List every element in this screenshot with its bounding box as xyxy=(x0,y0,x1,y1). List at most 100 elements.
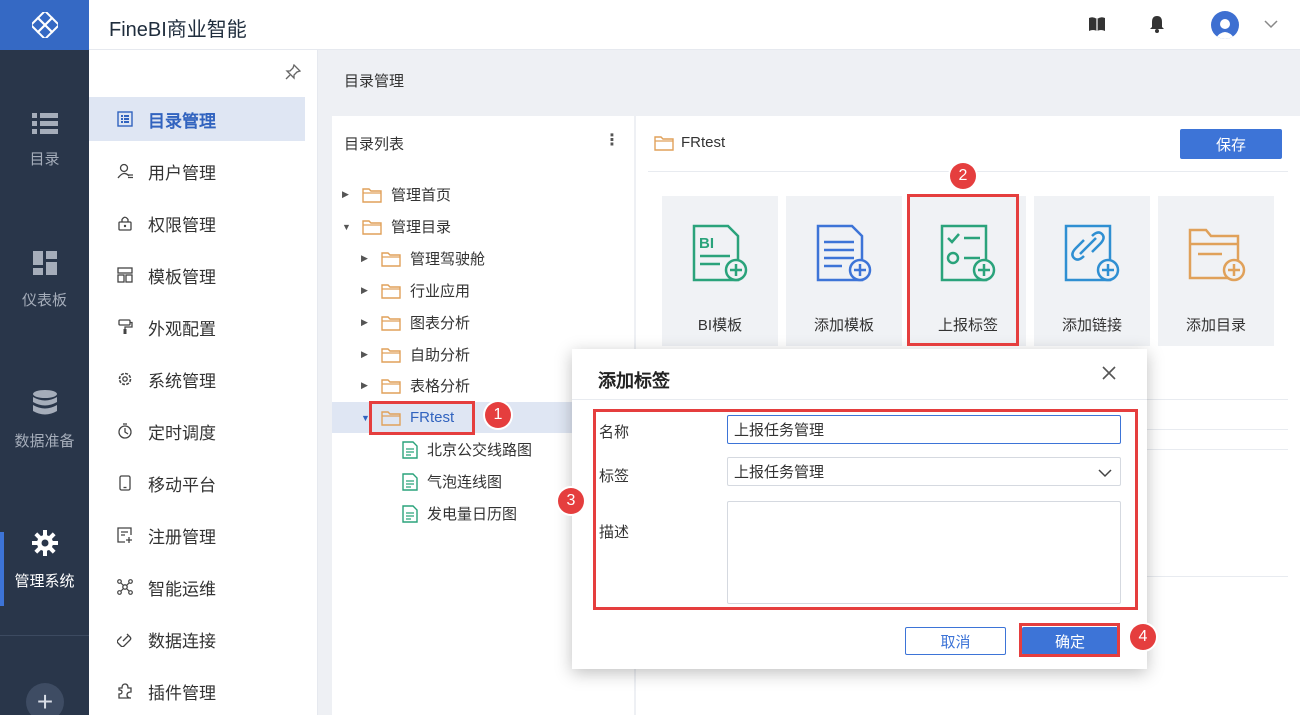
add-template-icon xyxy=(814,222,874,287)
card-label: 添加模板 xyxy=(813,317,874,334)
subnav-item-data-connection[interactable]: 数据连接 xyxy=(89,617,305,661)
rail-item-label: 仪表板 xyxy=(21,291,67,309)
tree-item-folder[interactable]: ▶ 管理首页 xyxy=(332,179,634,210)
caret-right-icon[interactable]: ▶ xyxy=(361,349,371,360)
plugin-icon xyxy=(116,682,134,700)
caret-right-icon[interactable]: ▶ xyxy=(361,253,371,264)
detail-header: FRtest xyxy=(654,134,725,151)
rail-item-admin[interactable]: 管理系统 xyxy=(0,510,89,610)
description-textarea[interactable] xyxy=(727,501,1121,604)
gear-icon xyxy=(31,529,58,560)
subnav-item-appearance[interactable]: 外观配置 xyxy=(89,305,305,349)
caret-right-icon[interactable]: ▶ xyxy=(361,380,371,391)
folder-icon xyxy=(381,347,401,363)
book-icon[interactable] xyxy=(1088,15,1106,36)
divider xyxy=(572,399,1147,400)
bell-icon[interactable] xyxy=(1149,15,1165,36)
cancel-button[interactable]: 取消 xyxy=(905,627,1006,655)
subnav-item-plugins[interactable]: 插件管理 xyxy=(89,669,305,713)
tree-item-label: 气泡连线图 xyxy=(427,474,503,491)
card-bi-template[interactable]: BI BI模板 xyxy=(662,196,778,346)
tag-select[interactable]: 上报任务管理 xyxy=(727,457,1121,486)
subnav-item-ops[interactable]: 智能运维 xyxy=(89,565,305,609)
name-label: 名称 xyxy=(599,424,630,441)
caret-down-icon[interactable]: ▼ xyxy=(361,413,371,423)
card-label: 上报标签 xyxy=(937,317,998,334)
subnav-item-registration[interactable]: 注册管理 xyxy=(89,513,305,557)
card-report-tag[interactable]: 上报标签 xyxy=(910,196,1026,346)
card-add-template[interactable]: 添加模板 xyxy=(786,196,902,346)
subnav-item-templates[interactable]: 模板管理 xyxy=(89,253,305,297)
logo[interactable] xyxy=(0,0,89,50)
close-icon[interactable] xyxy=(1102,366,1116,383)
subnav-item-system[interactable]: 系统管理 xyxy=(89,357,305,401)
lock-icon xyxy=(116,214,134,232)
report-tag-icon xyxy=(938,222,998,287)
subnav-item-scheduler[interactable]: 定时调度 xyxy=(89,409,305,453)
caret-right-icon[interactable]: ▶ xyxy=(342,189,352,200)
dialog-title: 添加标签 xyxy=(598,371,670,391)
subnav-item-label: 移动平台 xyxy=(148,475,216,495)
caret-right-icon[interactable]: ▶ xyxy=(361,285,371,296)
file-icon xyxy=(402,472,418,491)
catalog-icon xyxy=(116,110,134,128)
rail-item-label: 数据准备 xyxy=(14,432,75,450)
template-icon xyxy=(116,266,134,284)
subnav-item-label: 定时调度 xyxy=(148,423,216,443)
tag-label: 标签 xyxy=(599,468,630,485)
caret-down-icon[interactable]: ▼ xyxy=(342,222,352,232)
pin-icon[interactable] xyxy=(285,63,302,83)
rail-item-catalog[interactable]: 目录 xyxy=(0,90,89,190)
mobile-icon xyxy=(116,474,134,492)
rail-item-label: 管理系统 xyxy=(14,572,75,590)
add-link-icon xyxy=(1062,222,1122,287)
subnav-item-permissions[interactable]: 权限管理 xyxy=(89,201,305,245)
chevron-down-icon[interactable] xyxy=(1264,16,1278,32)
tag-select-value: 上报任务管理 xyxy=(734,464,825,481)
folder-name: FRtest xyxy=(681,134,726,151)
step-marker-4: 4 xyxy=(1130,624,1156,650)
folder-icon xyxy=(381,410,401,426)
list-icon xyxy=(31,112,58,138)
subnav-item-catalog[interactable]: 目录管理 xyxy=(89,97,305,141)
subnav-item-mobile[interactable]: 移动平台 xyxy=(89,461,305,505)
rail-divider xyxy=(0,635,89,636)
folder-icon xyxy=(381,283,401,299)
file-icon xyxy=(402,440,418,459)
folder-icon xyxy=(362,219,382,235)
admin-subnav: 目录管理 用户管理 权限管理 模板管理 外观配置 系统管理 定时调度 移动平台 … xyxy=(89,50,318,715)
subnav-item-label: 智能运维 xyxy=(148,579,216,599)
panel-title: 目录列表 xyxy=(344,136,405,153)
app-title: FineBI商业智能 xyxy=(109,19,247,41)
name-input[interactable]: 上报任务管理 xyxy=(727,415,1121,444)
card-label: BI模板 xyxy=(697,317,743,334)
tree-item-label: 表格分析 xyxy=(410,378,471,395)
subnav-item-label: 数据连接 xyxy=(148,631,216,651)
add-button[interactable]: + xyxy=(26,683,64,715)
rail-item-data-prep[interactable]: 数据准备 xyxy=(0,370,89,470)
chevron-down-icon[interactable] xyxy=(1098,465,1112,482)
card-add-folder[interactable]: 添加目录 xyxy=(1158,196,1274,346)
card-add-link[interactable]: 添加链接 xyxy=(1034,196,1150,346)
card-label: 添加链接 xyxy=(1061,317,1122,334)
rail-item-label: 目录 xyxy=(29,150,60,168)
tree-item-folder[interactable]: ▶ 行业应用 xyxy=(332,275,634,306)
rail-item-dashboard[interactable]: 仪表板 xyxy=(0,230,89,330)
tree-item-folder[interactable]: ▶ 管理驾驶舱 xyxy=(332,243,634,274)
tree-item-label: 北京公交线路图 xyxy=(427,442,533,459)
tree-item-folder[interactable]: ▶ 图表分析 xyxy=(332,307,634,338)
tree-item-folder[interactable]: ▼ 管理目录 xyxy=(332,211,634,242)
brush-icon xyxy=(116,318,134,336)
step-marker-2: 2 xyxy=(950,163,976,189)
tree-item-label: 自助分析 xyxy=(410,347,471,364)
confirm-button[interactable]: 确定 xyxy=(1022,627,1118,655)
register-icon xyxy=(116,526,134,544)
caret-right-icon[interactable]: ▶ xyxy=(361,317,371,328)
tree-item-label: 行业应用 xyxy=(410,283,471,300)
link-icon xyxy=(116,630,134,648)
more-options-icon[interactable]: ⋮ xyxy=(604,130,620,150)
save-button[interactable]: 保存 xyxy=(1180,129,1282,159)
avatar[interactable] xyxy=(1211,11,1239,39)
subnav-item-label: 系统管理 xyxy=(148,371,216,391)
subnav-item-users[interactable]: 用户管理 xyxy=(89,149,305,193)
